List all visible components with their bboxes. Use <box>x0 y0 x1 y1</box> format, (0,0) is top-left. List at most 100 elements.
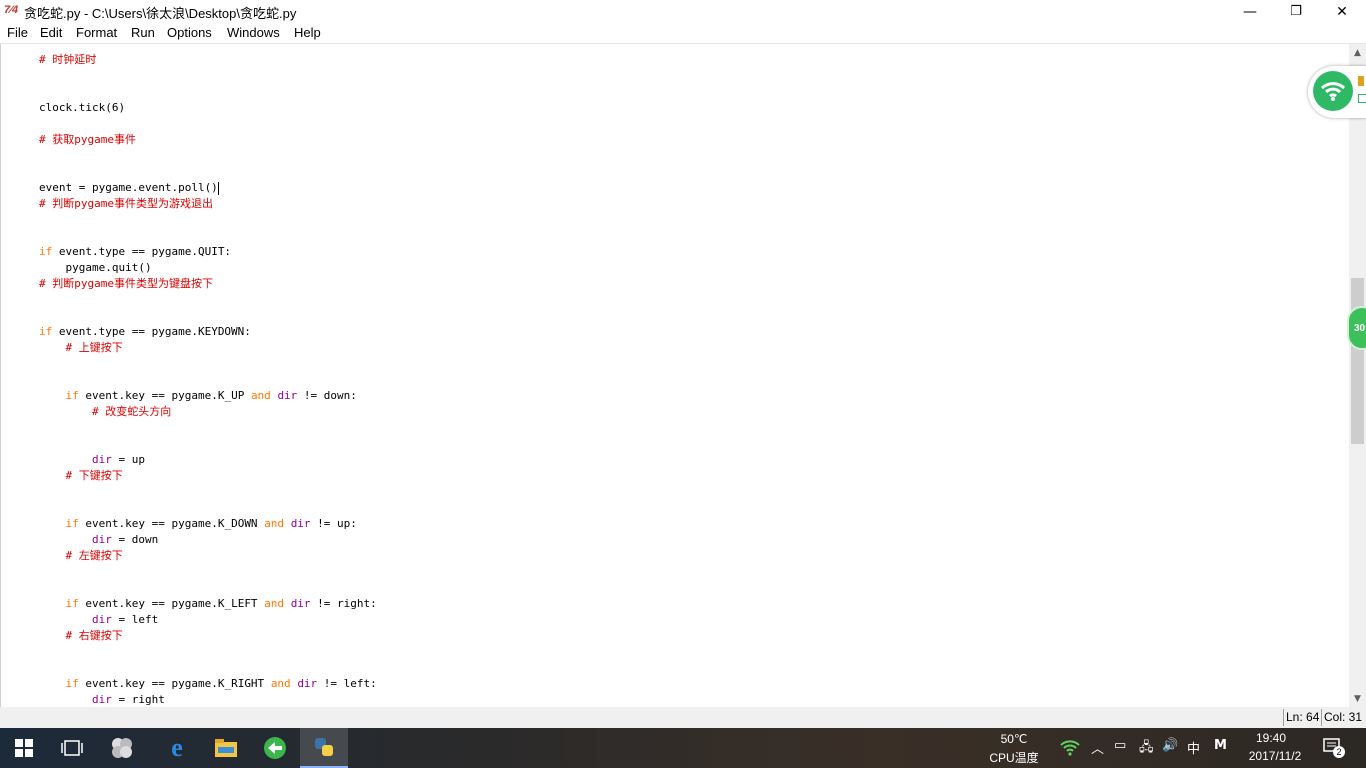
code-keyword: and <box>250 389 271 402</box>
window-title: 贪吃蛇.py - C:\Users\徐太浪\Desktop\贪吃蛇.py <box>24 6 297 21</box>
text-cursor <box>217 181 219 195</box>
battery-tray-icon[interactable]: ▭ <box>1114 738 1126 753</box>
code-line[interactable]: pygame.quit() <box>39 260 152 276</box>
code-builtin: dir <box>290 597 311 610</box>
code-line[interactable]: if event.key == pygame.K_LEFT and dir !=… <box>39 596 377 612</box>
code-line[interactable]: # 下键按下 <box>39 468 123 484</box>
code-line[interactable]: dir = down <box>39 532 158 548</box>
code-line[interactable]: # 左键按下 <box>39 548 123 564</box>
clock-date[interactable]: 2017/11/2 <box>1240 749 1310 763</box>
browser-icon[interactable] <box>251 728 299 768</box>
code-text: event.key == pygame.K_LEFT <box>78 597 265 610</box>
edge-icon[interactable]: e <box>153 728 201 768</box>
cpu-temperature: 50℃ <box>1000 732 1028 746</box>
minimize-button[interactable]: — <box>1227 0 1273 23</box>
menu-run[interactable]: Run <box>131 25 155 40</box>
file-explorer-icon[interactable] <box>202 728 250 768</box>
code-text: pygame.quit() <box>39 261 152 274</box>
battery-icon <box>1358 94 1366 103</box>
menu-file[interactable]: File <box>7 25 28 40</box>
speed-ball-widget[interactable]: 30 <box>1347 306 1366 350</box>
scroll-down-arrow-icon[interactable]: ▼ <box>1349 690 1366 707</box>
wifi-tray-icon[interactable] <box>1060 738 1080 760</box>
code-line[interactable]: # 时钟延时 <box>39 52 96 68</box>
code-comment: # 改变蛇头方向 <box>91 405 172 418</box>
menu-format[interactable]: Format <box>76 25 117 40</box>
code-comment: # 判断pygame事件类型为键盘按下 <box>39 277 213 290</box>
python-idle-icon[interactable] <box>300 728 348 768</box>
menu-options[interactable]: Options <box>167 25 212 40</box>
show-hidden-icons-icon[interactable]: ︿ <box>1091 738 1104 757</box>
code-line[interactable]: # 获取pygame事件 <box>39 132 136 148</box>
code-line[interactable]: event = pygame.event.poll() <box>39 180 219 196</box>
code-line[interactable]: if event.key == pygame.K_UP and dir != d… <box>39 388 357 404</box>
signal-bars-icon <box>1358 76 1364 86</box>
code-text: = up <box>111 453 145 466</box>
task-view-icon[interactable] <box>48 728 96 768</box>
code-text: event = pygame.event.poll() <box>39 181 218 194</box>
code-line[interactable]: # 右键按下 <box>39 628 123 644</box>
restore-button[interactable]: ❐ <box>1273 0 1319 23</box>
menu-windows[interactable]: Windows <box>227 25 280 40</box>
scrollbar-thumb[interactable] <box>1351 278 1364 444</box>
code-line[interactable]: if event.type == pygame.KEYDOWN: <box>39 324 251 340</box>
title-bar[interactable]: 7⁄4 贪吃蛇.py - C:\Users\徐太浪\Desktop\贪吃蛇.py… <box>0 0 1366 23</box>
code-line[interactable]: dir = up <box>39 452 145 468</box>
code-line[interactable]: clock.tick(6) <box>39 100 125 116</box>
code-keyword: and <box>264 597 285 610</box>
menu-help[interactable]: Help <box>294 25 321 40</box>
ime-mode-indicator[interactable]: M <box>1214 738 1227 753</box>
code-line[interactable]: # 改变蛇头方向 <box>39 404 171 420</box>
code-line[interactable]: if event.key == pygame.K_RIGHT and dir !… <box>39 676 377 692</box>
app-pinwheel-icon[interactable] <box>98 728 146 768</box>
code-keyword: if <box>39 245 53 258</box>
windows-start-icon[interactable] <box>0 728 48 768</box>
ime-indicator[interactable]: 中 <box>1187 738 1200 757</box>
action-center-icon[interactable]: 2 <box>1323 738 1345 758</box>
code-keyword: and <box>264 517 285 530</box>
close-button[interactable]: ✕ <box>1319 0 1365 23</box>
code-comment: # 下键按下 <box>65 469 123 482</box>
code-comment: # 右键按下 <box>65 629 123 642</box>
code-line[interactable]: # 上键按下 <box>39 340 123 356</box>
code-text: != right: <box>310 597 377 610</box>
volume-icon[interactable]: 🔊 <box>1162 738 1178 753</box>
menu-edit[interactable]: Edit <box>40 25 62 40</box>
cpu-temperature-label: CPU温度 <box>989 751 1039 765</box>
code-comment: # 左键按下 <box>65 549 123 562</box>
code-line[interactable]: # 判断pygame事件类型为键盘按下 <box>39 276 213 292</box>
code-text: = left <box>111 613 159 626</box>
code-text: = right <box>111 693 165 706</box>
code-keyword: and <box>270 677 291 690</box>
code-text: != up: <box>310 517 357 530</box>
code-editor[interactable]: # 时钟延时 clock.tick(6) # 获取pygame事件 event = p… <box>0 44 1350 707</box>
code-line[interactable]: dir = left <box>39 612 158 628</box>
code-line[interactable]: if event.key == pygame.K_DOWN and dir !=… <box>39 516 357 532</box>
code-line[interactable]: if event.type == pygame.QUIT: <box>39 244 231 260</box>
code-line[interactable]: dir = right <box>39 692 165 707</box>
code-keyword: if <box>39 325 53 338</box>
code-builtin: dir <box>91 533 112 546</box>
code-text: event.key == pygame.K_UP <box>78 389 251 402</box>
wifi-floating-widget[interactable] <box>1308 66 1366 118</box>
code-text: event.type == pygame.KEYDOWN: <box>52 325 251 338</box>
clock-time[interactable]: 19:40 <box>1244 731 1298 745</box>
idle-logo-icon: 7⁄4 <box>4 4 19 16</box>
scroll-up-arrow-icon[interactable]: ▲ <box>1349 44 1366 61</box>
code-line[interactable]: # 判断pygame事件类型为游戏退出 <box>39 196 213 212</box>
code-builtin: dir <box>91 693 112 706</box>
code-comment: # 上键按下 <box>65 341 123 354</box>
code-comment: # 获取pygame事件 <box>39 133 136 146</box>
network-tray-icon[interactable]: 🖧 <box>1139 738 1154 760</box>
